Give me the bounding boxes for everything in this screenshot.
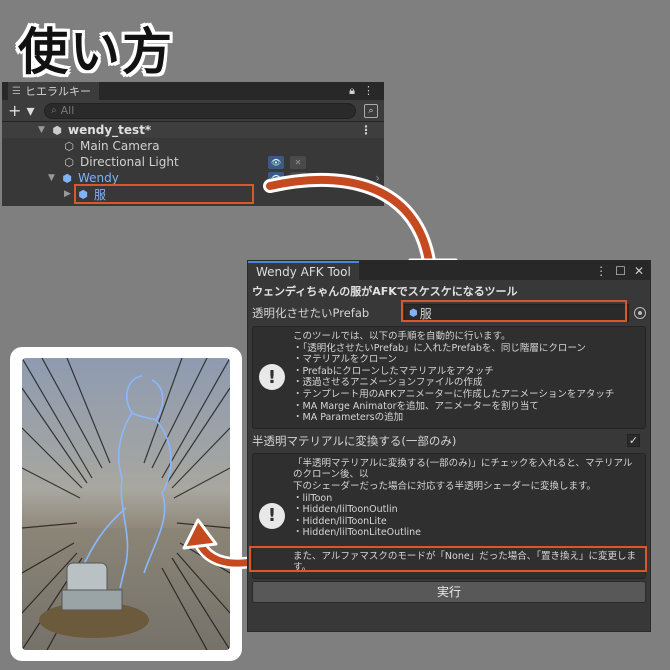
- afk-tool-tab[interactable]: Wendy AFK Tool: [248, 261, 359, 280]
- page-title: 使い方: [18, 23, 174, 81]
- help-line: ・マテリアルをクローン: [293, 354, 397, 366]
- help-line: このツールでは、以下の手順を自動的に行います。: [293, 331, 511, 342]
- add-object-button[interactable]: + ▾: [8, 101, 36, 120]
- translucent-toggle-label: 半透明マテリアルに変換する(一部のみ): [252, 433, 457, 448]
- execute-button[interactable]: 実行: [252, 580, 646, 603]
- unity-scene-icon: ⬢: [52, 123, 62, 137]
- help-line: ・透過させるアニメーションファイルの作成: [293, 377, 483, 389]
- translucent-checkbox[interactable]: ✓: [627, 434, 640, 448]
- curved-arrow-left-icon: [182, 518, 256, 570]
- gameobject-icon: ⬡: [64, 139, 74, 153]
- help-line: ・Hidden/lilToonLiteOutline: [293, 527, 422, 539]
- help-line: ・テンプレート用のAFKアニメーターに作成したアニメーションをアタッチ: [293, 388, 615, 400]
- scene-menu-icon[interactable]: ⋮: [360, 123, 372, 137]
- close-icon[interactable]: ✕: [634, 264, 644, 278]
- highlight-box: [249, 546, 647, 572]
- more-menu-icon[interactable]: ⋮: [595, 264, 607, 278]
- help-steps-list: このツールでは、以下の手順を自動的に行います。 ・「透明化させたいPrefab」に…: [293, 331, 614, 424]
- pickability-toggle-icon[interactable]: ✕: [290, 155, 306, 169]
- gameobject-icon: ⬡: [64, 155, 74, 169]
- scene-search-button[interactable]: ⌕: [364, 103, 378, 118]
- help-line: ・Hidden/lilToonOutlin: [293, 504, 398, 516]
- help-line: ・Prefabにクローンしたマテリアルをアタッチ: [293, 365, 494, 377]
- help-line: 下のシェーダーだった場合に対応する半透明シェーダーに変換します。: [293, 480, 597, 492]
- search-icon: ⌕: [51, 105, 57, 116]
- translucent-toggle-row: 半透明マテリアルに変換する(一部のみ) ✓: [248, 431, 650, 451]
- help-line: ・lilToon: [293, 492, 333, 504]
- prefab-label: 透明化させたいPrefab: [252, 306, 370, 320]
- help-line: ・MA Parametersの追加: [293, 412, 404, 424]
- more-menu-icon[interactable]: ⋮: [363, 84, 374, 98]
- highlight-box: [401, 300, 627, 322]
- hierarchy-tabbar: ☰ ヒエラルキー 🔒︎ ⋮: [2, 82, 384, 100]
- scene-name: wendy_test*: [68, 123, 152, 137]
- hierarchy-tab[interactable]: ☰ ヒエラルキー: [8, 82, 99, 100]
- object-picker-icon[interactable]: [634, 307, 646, 319]
- maximize-icon[interactable]: ☐: [615, 264, 626, 278]
- list-item-label: Main Camera: [80, 139, 160, 153]
- info-icon: !: [259, 502, 285, 529]
- list-item-label: Wendy: [78, 171, 119, 185]
- scene-row[interactable]: ▼ ⬢ wendy_test* ⋮: [2, 122, 384, 138]
- afk-tabbar: Wendy AFK Tool ⋮ ☐ ✕: [248, 261, 650, 280]
- info-icon: !: [259, 364, 285, 391]
- hierarchy-toolbar: + ▾ ⌕ All ⌕: [2, 100, 384, 122]
- lock-icon[interactable]: 🔒︎: [349, 84, 355, 98]
- chevron-down-icon[interactable]: ▼: [38, 125, 50, 135]
- hierarchy-tab-label: ヒエラルキー: [24, 85, 91, 98]
- list-item-label: Directional Light: [80, 155, 179, 169]
- list-icon: ☰: [12, 85, 21, 97]
- chevron-down-icon[interactable]: ▼: [48, 173, 60, 183]
- search-placeholder: All: [60, 104, 75, 117]
- help-line: ・MA Marge Animatorを追加、アニメーターを割り当て: [293, 400, 539, 412]
- search-input[interactable]: ⌕ All: [44, 102, 356, 119]
- tool-heading: ウェンディちゃんの服がAFKでスケスケになるツール: [252, 285, 518, 298]
- prefab-icon: ⬢: [62, 171, 72, 185]
- hierarchy-item-main-camera[interactable]: ⬡ Main Camera: [2, 138, 384, 154]
- help-line: ・「透明化させたいPrefab」に入れたPrefabを、同じ階層にクローン: [293, 342, 586, 354]
- help-line: 「半透明マテリアルに変換する(一部のみ)」にチェックを入れると、マテリアルのクロ…: [293, 457, 633, 481]
- help-line: ・Hidden/lilToonLite: [293, 515, 387, 527]
- visibility-toggle-icon[interactable]: 👁︎: [268, 155, 284, 169]
- highlight-box: [74, 184, 254, 204]
- help-box-steps: ! このツールでは、以下の手順を自動的に行います。 ・「透明化させたいPrefab…: [252, 326, 646, 429]
